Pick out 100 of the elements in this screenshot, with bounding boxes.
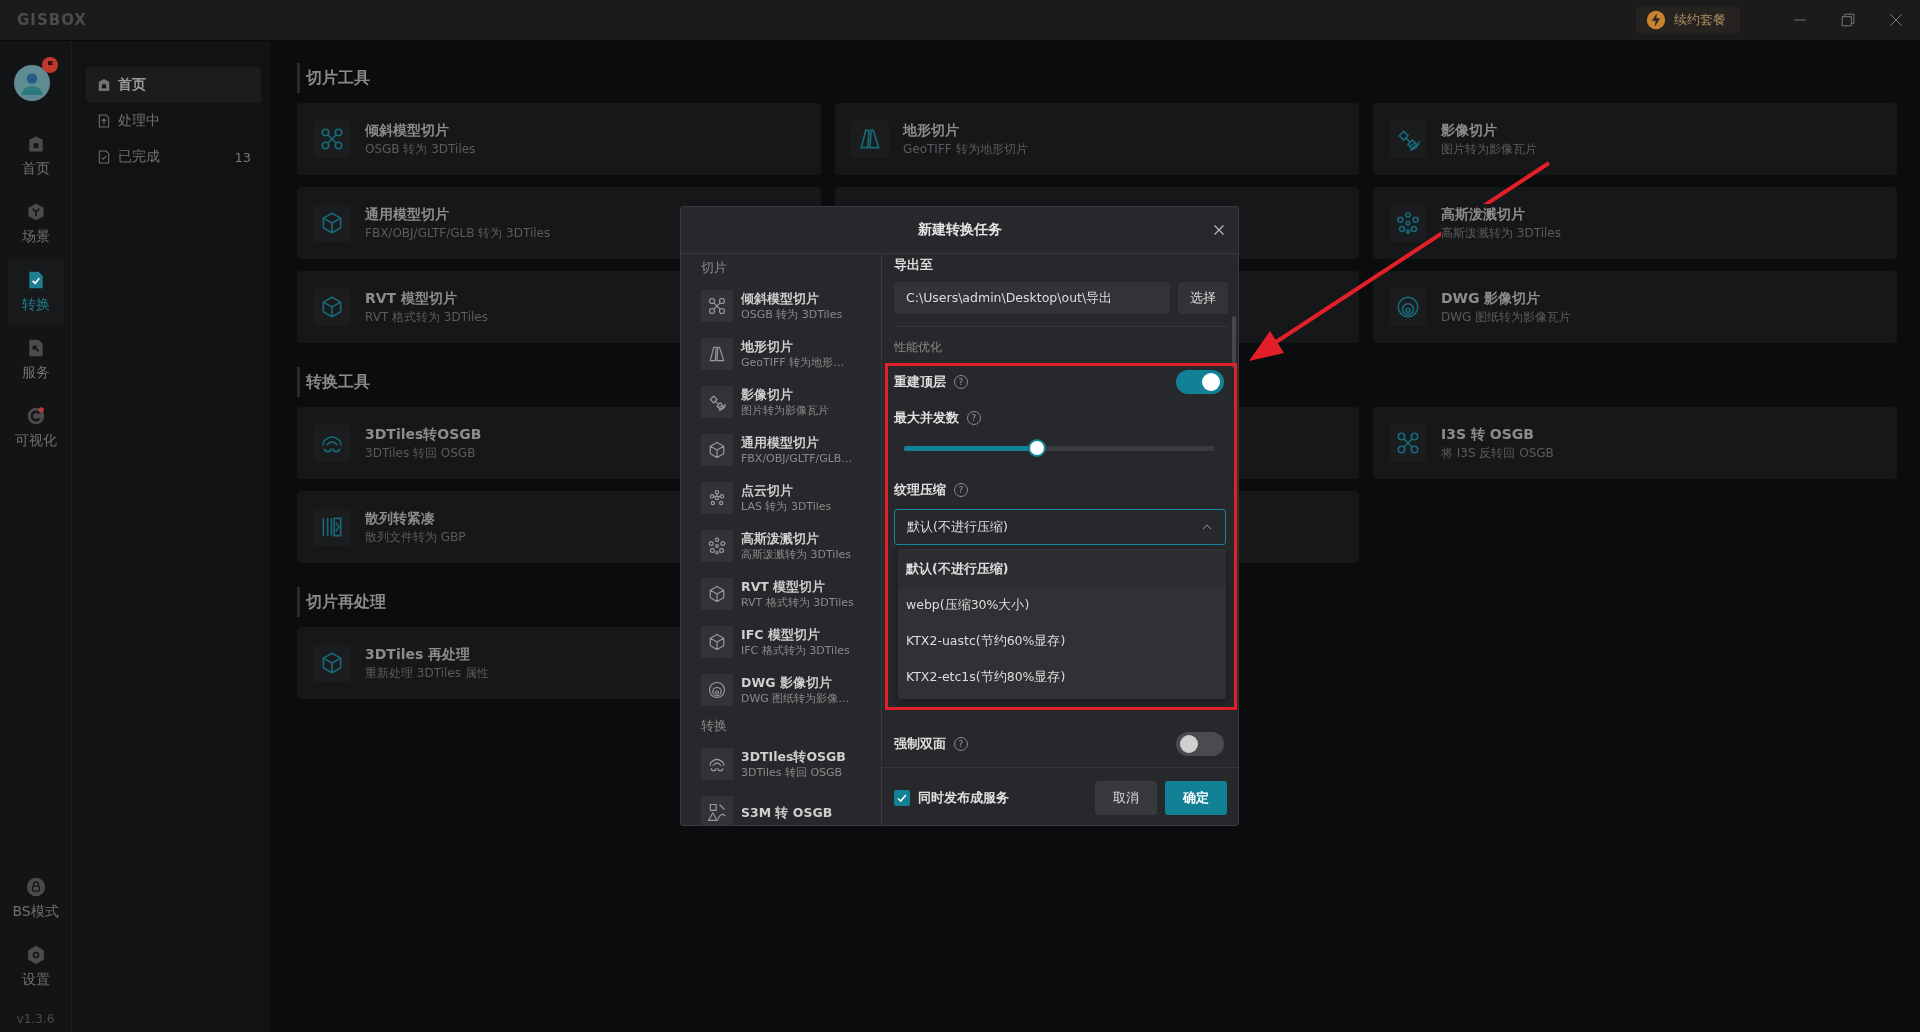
shapes-icon [707,802,727,822]
card-description: GeoTIFF 转为地形切片 [903,140,1028,158]
menu-item[interactable]: 已完成 13 [86,139,261,175]
dropdown-option[interactable]: KTX2-uastc(节约60%显存) [898,623,1226,659]
tool-card[interactable]: 高斯泼溅切片 高斯泼溅转为 3DTiles [1373,187,1897,259]
card-title: 倾斜模型切片 [365,120,449,140]
card-title: RVT 模型切片 [365,288,458,308]
path-field[interactable]: C:\Users\admin\Desktop\out\导出 [894,282,1170,314]
card-description: 图片转为影像瓦片 [1441,140,1537,158]
document-check-icon [96,149,112,165]
tool-card[interactable]: 地形切片 GeoTIFF 转为地形切片 [835,103,1359,175]
card-title: 3DTiles转OSGB [365,424,482,444]
toggle-switch[interactable] [1176,732,1224,756]
tool-title: IFC 模型切片 [741,626,821,643]
option-label: 最大并发数 [894,409,959,427]
flag-badge-icon [41,57,58,73]
option-label: 纹理压缩 [894,481,946,499]
checkbox-label: 同时发布成服务 [918,789,1009,807]
version-label: v1.3.6 [16,1012,55,1026]
nav-item[interactable]: BS模式 [7,866,64,932]
tool-card[interactable]: DWG 影像切片 DWG 图纸转为影像瓦片 [1373,271,1897,343]
count-label: 13 [234,149,251,165]
lightning-icon [1646,10,1666,30]
satellite-icon [707,392,727,412]
card-description: OSGB 转为 3DTiles [365,140,476,158]
slider-thumb[interactable] [1028,439,1047,457]
card-description: 高斯泼溅转为 3DTiles [1441,224,1561,242]
toggle-switch[interactable] [1176,370,1224,394]
cancel-button[interactable]: 取消 [1095,781,1157,815]
tool-card[interactable]: 影像切片 图片转为影像瓦片 [1373,103,1897,175]
menu-item-label: 已完成 [118,148,161,166]
menu-item[interactable]: 处理中 [86,103,261,139]
dots-icon [1395,210,1421,236]
checkbox[interactable] [894,790,910,806]
tool-title: 通用模型切片 [741,434,820,451]
cross-nodes-icon [1395,430,1421,456]
nav-item[interactable]: 场景 [7,191,64,257]
card-description: 3DTiles 转回 OSGB [365,444,476,462]
tool-title: 倾斜模型切片 [741,290,820,307]
tool-description: RVT 格式转为 3DTiles [741,595,854,610]
section-label: 性能优化 [894,339,943,356]
document-upload-icon [96,113,112,129]
card-description: 散列文件转为 GBP [365,528,466,546]
select-field[interactable]: 默认(不进行压缩) [894,509,1226,545]
nav-item[interactable]: 设置 [7,934,64,1000]
menu-item-label: 首页 [118,76,147,94]
rings-icon [707,680,727,700]
card-title: I3S 转 OSGB [1441,424,1534,444]
ridge-icon [707,344,727,364]
rings-icon [1395,294,1421,320]
nav-item[interactable]: 转换 [7,259,64,325]
dropdown-option[interactable]: KTX2-etc1s(节约80%显存) [898,659,1226,695]
dots-icon [707,488,727,508]
dots-icon [707,536,727,556]
group-heading: 转换 [701,717,728,735]
confirm-button[interactable]: 确定 [1165,781,1227,815]
choose-button[interactable]: 选择 [1178,282,1228,314]
cube-icon [707,632,727,652]
avatar[interactable] [13,57,58,101]
dialog-title: 新建转换任务 [917,221,1002,239]
tool-title: S3M 转 OSGB [741,803,833,821]
card-title: 高斯泼溅切片 [1441,204,1525,224]
card-description: DWG 图纸转为影像瓦片 [1441,308,1572,326]
card-title: 3DTiles 再处理 [365,644,471,664]
field-label: 导出至 [894,256,934,274]
nav-item[interactable]: 服务 [7,327,64,393]
cube-icon [707,584,727,604]
hexagon-icon [25,945,46,965]
card-description: 重新处理 3DTiles 属性 [365,664,489,682]
ring-logo-icon [25,406,46,426]
tool-description: GeoTIFF 转为地形… [741,355,845,370]
card-description: 将 I3S 反转回 OSGB [1441,444,1554,462]
nav-item[interactable]: 可视化 [7,395,64,461]
option-label: 强制双面 [894,735,946,753]
tool-list-item[interactable]: 3DTIles转OSGB 3DTiles 转回 OSGB [701,740,881,788]
option-label: 重建顶层 [894,373,946,391]
tool-title: 3DTIles转OSGB [741,748,846,765]
tool-title: 高斯泼溅切片 [741,530,820,547]
tool-card[interactable]: 倾斜模型切片 OSGB 转为 3DTiles [297,103,821,175]
tool-description: 3DTiles 转回 OSGB [741,765,844,780]
card-title: 地形切片 [903,120,959,140]
person-silhouette-icon [13,65,50,101]
card-title: 散列转紧凑 [365,508,435,528]
card-title: 通用模型切片 [365,204,449,224]
card-title: DWG 影像切片 [1441,288,1541,308]
tool-card[interactable]: I3S 转 OSGB 将 I3S 反转回 OSGB [1373,407,1897,479]
cube-icon [707,440,727,460]
section-title: 切片工具 [297,63,1897,93]
nav-item[interactable]: 首页 [7,123,64,189]
card-description: RVT 格式转为 3DTiles [365,308,488,326]
dropdown-option[interactable]: 默认(不进行压缩) [898,551,1226,587]
menu-item[interactable]: 首页 [86,67,261,103]
renew-button[interactable]: 续约套餐 [1636,6,1740,34]
card-title: 影像切片 [1441,120,1497,140]
menu-item-label: 处理中 [118,112,161,130]
cross-nodes-icon [707,296,727,316]
lock-icon [25,877,46,897]
tool-list-item[interactable]: S3M 转 OSGB [701,788,881,825]
cross-nodes-icon [319,126,345,152]
home-icon [96,77,112,93]
